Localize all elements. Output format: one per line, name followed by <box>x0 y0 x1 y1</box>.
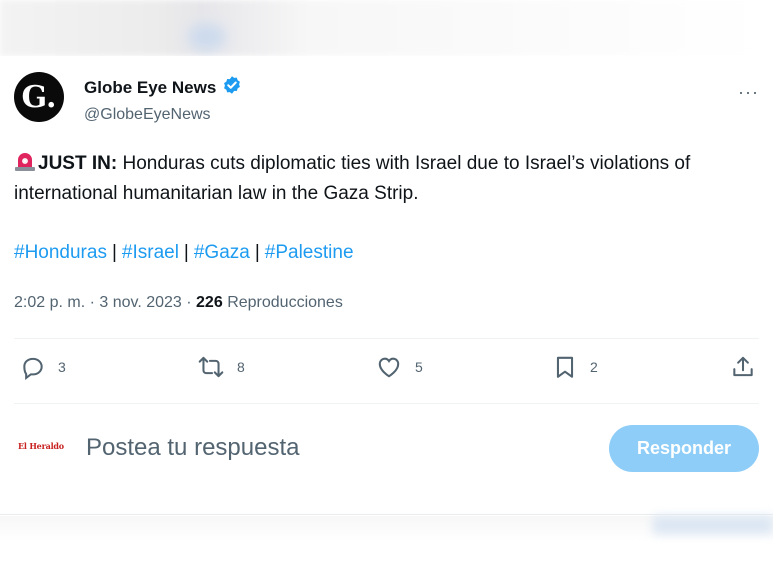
tweet-text: JUST IN: Honduras cuts diplomatic ties w… <box>14 150 759 207</box>
tweet-lead: JUST IN: <box>38 153 118 174</box>
views-label: Reproducciones <box>227 294 343 311</box>
bookmark-icon <box>556 356 574 378</box>
blurred-previous-content <box>0 0 773 56</box>
tweet-meta: 2:02 p. m. · 3 nov. 2023 · 226 Reproducc… <box>14 294 343 312</box>
repost-button[interactable]: 8 <box>197 354 245 380</box>
heart-icon <box>378 357 400 378</box>
hashtag-honduras[interactable]: #Honduras <box>14 242 107 263</box>
author-display-name: Globe Eye News <box>84 77 217 97</box>
tweet-date[interactable]: 3 nov. 2023 <box>99 294 181 311</box>
repost-icon <box>198 356 224 378</box>
tweet-time[interactable]: 2:02 p. m. <box>14 294 85 311</box>
author-display-name-row[interactable]: Globe Eye News <box>84 75 242 100</box>
divider <box>14 403 759 404</box>
bookmark-count: 2 <box>590 359 598 375</box>
share-icon <box>733 356 753 377</box>
hashtag-separator: | <box>254 242 260 263</box>
repost-count: 8 <box>237 359 245 375</box>
views-count: 226 <box>196 294 223 311</box>
blurred-edge <box>653 516 773 534</box>
more-options-icon[interactable]: ··· <box>738 82 759 103</box>
author-names: Globe Eye News @GlobeEyeNews <box>84 75 242 124</box>
hashtag-separator: | <box>111 242 117 263</box>
hashtag-gaza[interactable]: #Gaza <box>194 242 250 263</box>
siren-icon <box>14 152 36 180</box>
verified-badge-icon <box>222 75 242 100</box>
blurred-spot <box>188 24 226 50</box>
author-handle[interactable]: @GlobeEyeNews <box>84 106 242 124</box>
reply-button[interactable]: 3 <box>20 354 66 380</box>
tweet-actions: 3 8 5 2 <box>14 354 759 388</box>
share-button[interactable] <box>730 354 756 380</box>
el-heraldo-watermark: El Heraldo <box>18 441 64 451</box>
hashtags: #Honduras | #Israel | #Gaza | #Palestine <box>14 242 354 264</box>
hashtag-palestine[interactable]: #Palestine <box>265 242 354 263</box>
hashtag-separator: | <box>183 242 189 263</box>
avatar-letter: G. <box>21 80 57 115</box>
bookmark-button[interactable]: 2 <box>552 354 598 380</box>
divider <box>14 338 759 339</box>
responder-button[interactable]: Responder <box>609 425 759 472</box>
reply-icon <box>23 357 43 380</box>
blurred-next-content <box>0 516 773 580</box>
hashtag-israel[interactable]: #Israel <box>122 242 179 263</box>
reply-composer: El Heraldo Postea tu respuesta Responder <box>14 419 759 479</box>
avatar[interactable]: G. <box>14 72 64 122</box>
meta-separator: · <box>181 294 197 311</box>
like-count: 5 <box>415 359 423 375</box>
meta-separator: · <box>85 294 100 311</box>
like-button[interactable]: 5 <box>375 354 423 380</box>
tweet-card: G. Globe Eye News @GlobeEyeNews ··· JUST… <box>0 56 773 516</box>
divider <box>0 514 773 515</box>
reply-count: 3 <box>58 359 66 375</box>
reply-input[interactable]: Postea tu respuesta <box>86 434 299 462</box>
tweet-header: G. Globe Eye News @GlobeEyeNews ··· <box>14 72 759 130</box>
